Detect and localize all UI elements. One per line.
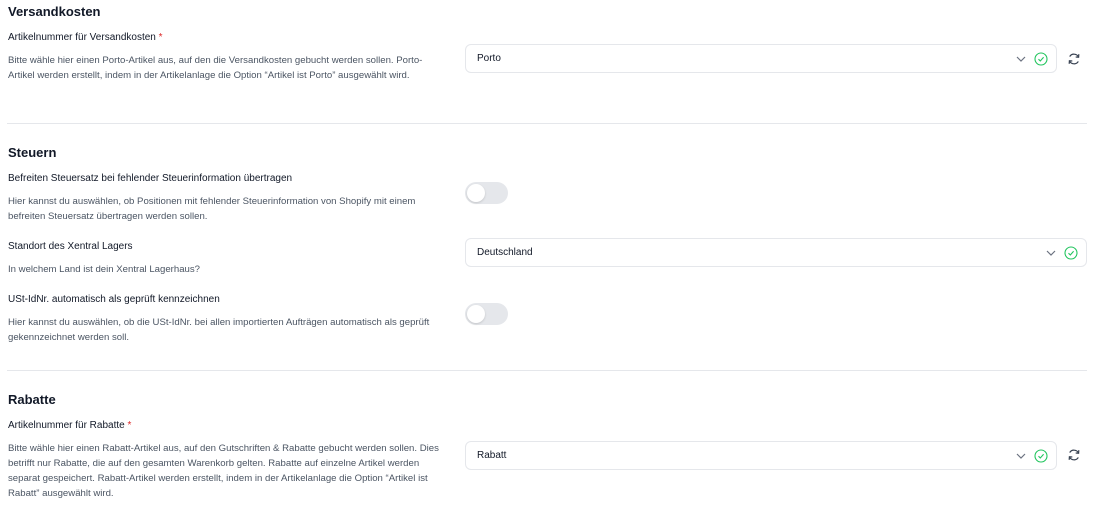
required-mark: * (158, 32, 163, 43)
tax-exempt-description: Hier kannst du auswählen, ob Positionen … (8, 196, 416, 222)
vat-id-label: USt-IdNr. automatisch als geprüft kennze… (8, 294, 220, 305)
discount-article-select[interactable]: Rabatt (465, 441, 1057, 470)
shipping-article-label-text: Artikelnummer für Versandkosten (8, 32, 156, 43)
chevron-down-icon (1016, 56, 1026, 62)
chevron-down-icon (1016, 453, 1026, 459)
warehouse-location-select[interactable]: Deutschland (465, 238, 1087, 267)
shipping-article-select-value: Porto (477, 53, 501, 64)
shipping-article-select[interactable]: Porto (465, 44, 1057, 73)
discount-article-select-value: Rabatt (477, 450, 507, 461)
warehouse-location-select-value: Deutschland (477, 247, 533, 258)
check-circle-icon (1034, 51, 1048, 66)
shipping-article-description: Bitte wähle hier einen Porto-Artikel aus… (8, 55, 423, 81)
shipping-article-label: Artikelnummer für Versandkosten * (8, 32, 163, 43)
check-circle-icon (1064, 245, 1078, 260)
warehouse-location-label: Standort des Xentral Lagers (8, 241, 133, 252)
toggle-knob (467, 305, 485, 323)
section-title-taxes: Steuern (8, 145, 57, 160)
vat-id-toggle[interactable] (465, 303, 508, 325)
section-divider (7, 123, 1087, 124)
discount-article-label: Artikelnummer für Rabatte * (8, 420, 131, 431)
toggle-knob (467, 184, 485, 202)
warehouse-location-description: In welchem Land ist dein Xentral Lagerha… (8, 264, 200, 275)
discount-article-label-text: Artikelnummer für Rabatte (8, 420, 125, 431)
check-circle-icon (1034, 448, 1048, 463)
tax-exempt-label: Befreiten Steuersatz bei fehlender Steue… (8, 173, 293, 184)
discount-article-description: Bitte wähle hier einen Rabatt-Artikel au… (8, 443, 439, 499)
refresh-icon[interactable] (1067, 52, 1081, 66)
tax-exempt-toggle[interactable] (465, 182, 508, 204)
section-title-discounts: Rabatte (8, 392, 56, 407)
section-title-shipping: Versandkosten (8, 4, 101, 19)
vat-id-description: Hier kannst du auswählen, ob die USt-IdN… (8, 317, 430, 343)
chevron-down-icon (1046, 250, 1056, 256)
required-mark: * (127, 420, 132, 431)
refresh-icon[interactable] (1067, 448, 1081, 462)
section-divider (7, 370, 1087, 371)
